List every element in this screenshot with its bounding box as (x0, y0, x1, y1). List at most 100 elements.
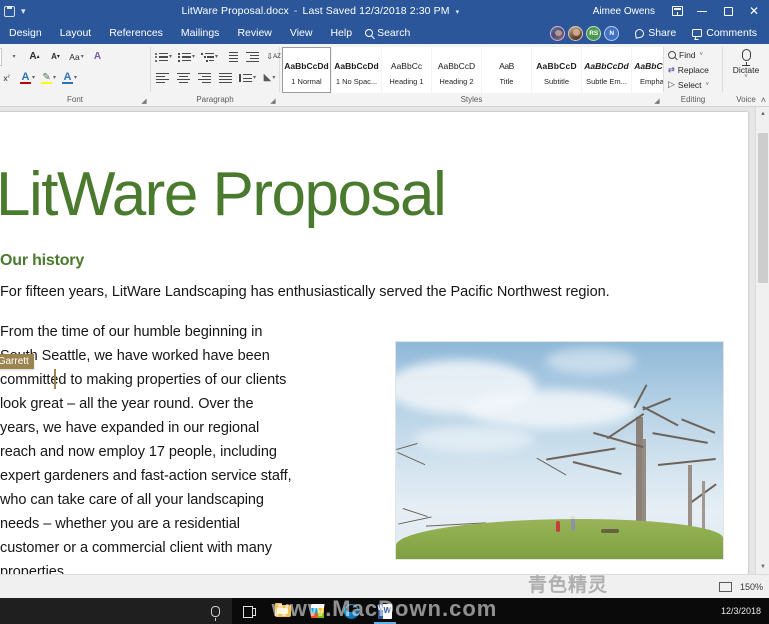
document-page[interactable]: LitWare Proposal Our history For fifteen… (0, 112, 748, 574)
avatar[interactable] (550, 25, 566, 41)
share-button[interactable]: Share (627, 22, 684, 44)
zoom-level[interactable]: 150% (740, 582, 763, 592)
document-canvas[interactable]: LitWare Proposal Our history For fifteen… (0, 107, 769, 574)
ribbon: ▾ A▴ A▾ Aa▾ A x₂ x² A (0, 44, 769, 107)
style-item-heading-2[interactable]: AaBbCcD Heading 2 (432, 47, 481, 93)
styles-group-body: AaBbCcDd 1 Normal AaBbCcDd 1 No Spac... … (280, 44, 663, 94)
account-name[interactable]: Aimee Owens (593, 6, 665, 17)
tab-design[interactable]: Design (0, 22, 51, 44)
ribbon-display-options-icon[interactable] (665, 0, 689, 22)
close-icon: ✕ (748, 4, 760, 18)
superscript-button[interactable]: x² (0, 68, 16, 87)
search-box[interactable]: Search (361, 27, 418, 39)
presence-tag-angelina-garrett[interactable]: Angelina Garrett (0, 354, 34, 369)
tab-review[interactable]: Review (228, 22, 280, 44)
tab-mailings[interactable]: Mailings (172, 22, 229, 44)
print-layout-icon[interactable] (718, 581, 732, 592)
shading-button[interactable]: ◣ ▾ (260, 68, 279, 87)
minimize-button[interactable] (689, 0, 715, 22)
person-hat (570, 516, 575, 519)
tab-help[interactable]: Help (321, 22, 361, 44)
secondary-trunk (702, 481, 705, 535)
style-item-no-spacing[interactable]: AaBbCcDd 1 No Spac... (332, 47, 381, 93)
cloud-shape (546, 348, 636, 374)
bullets-button[interactable]: ▾ (153, 47, 174, 66)
dictate-dropdown-icon[interactable]: ˅ (744, 74, 748, 80)
align-right-button[interactable] (195, 68, 214, 87)
align-left-button[interactable] (153, 68, 172, 87)
collaborator-avatars: RS N (550, 25, 627, 41)
text-effects-button[interactable]: A ▾ (60, 68, 79, 87)
document-title: LitWare Proposal.docx - Last Saved 12/3/… (48, 5, 593, 17)
font-size-box[interactable] (0, 47, 2, 66)
qat-customize-icon[interactable]: ▾ (21, 6, 26, 17)
increase-indent-button[interactable] (243, 47, 262, 66)
font-size-dropdown-icon[interactable]: ▾ (4, 47, 23, 66)
font-dialog-launcher[interactable]: ◢ (140, 98, 148, 106)
paragraph-dialog-launcher[interactable]: ◢ (269, 98, 277, 106)
cursor-icon: ▷ (668, 79, 675, 89)
style-item-subtitle[interactable]: AaBbCcD Subtitle (532, 47, 581, 93)
document-heading-1[interactable]: Our history (0, 252, 638, 270)
comments-button[interactable]: Comments (684, 22, 765, 44)
avatar[interactable] (568, 25, 584, 41)
styles-gallery: AaBbCcDd 1 Normal AaBbCcDd 1 No Spac... … (282, 47, 663, 93)
avatar[interactable]: N (604, 25, 620, 41)
person-figure (556, 521, 560, 532)
tab-view[interactable]: View (281, 22, 322, 44)
select-button[interactable]: ▷ Select ˅ (664, 77, 709, 92)
tab-layout[interactable]: Layout (51, 22, 101, 44)
search-label: Search (377, 27, 411, 39)
tab-references[interactable]: References (100, 22, 172, 44)
highlight-swatch (41, 81, 53, 84)
line-spacing-button[interactable]: ▾ (237, 68, 258, 87)
save-icon[interactable] (4, 5, 15, 17)
grow-font-button[interactable]: A ▴ (25, 47, 44, 66)
clear-formatting-button[interactable]: A (88, 47, 107, 66)
share-icon (634, 27, 645, 39)
style-item-heading-1[interactable]: AaBbCc Heading 1 (382, 47, 431, 93)
scroll-up-icon[interactable]: ▲ (756, 107, 769, 121)
justify-button[interactable] (216, 68, 235, 87)
bush-shadow (601, 529, 619, 533)
style-item-emphasis[interactable]: AaBbCcDd Emphasis (632, 47, 663, 93)
collapse-ribbon-icon[interactable]: ˄ (761, 95, 766, 105)
cloud-shape (466, 390, 636, 428)
vertical-scrollbar[interactable]: ▲ ▼ (755, 107, 769, 574)
scroll-down-icon[interactable]: ▼ (756, 560, 769, 574)
multilevel-list-button[interactable]: ▾ (199, 47, 220, 66)
close-button[interactable]: ✕ (741, 0, 767, 22)
align-center-button[interactable] (174, 68, 193, 87)
cloud-shape (414, 426, 534, 452)
numbering-button[interactable]: ▾ (176, 47, 197, 66)
comment-icon (692, 29, 703, 37)
replace-button[interactable]: ⇄ Replace (664, 62, 709, 77)
find-button[interactable]: Find ˅ (664, 47, 709, 62)
avatar[interactable]: RS (586, 25, 602, 41)
document-paragraph-2[interactable]: From the time of our humble beginning in… (0, 320, 293, 574)
dictate-button[interactable]: Dictate ˅ (723, 46, 769, 80)
change-case-button[interactable]: Aa ▾ (67, 47, 86, 66)
highlight-button[interactable]: ✎ ▾ (39, 68, 58, 87)
style-item-title[interactable]: AaB Title (482, 47, 531, 93)
ribbon-group-font: ▾ A▴ A▾ Aa▾ A x₂ x² A (0, 44, 150, 106)
style-item-subtle-emphasis[interactable]: AaBbCcDd Subtle Em... (582, 47, 631, 93)
decrease-indent-button[interactable] (222, 47, 241, 66)
bullets-icon (155, 52, 168, 62)
replace-icon: ⇄ (668, 65, 675, 74)
style-item-normal[interactable]: AaBbCcDd 1 Normal (282, 47, 331, 93)
align-right-icon (198, 72, 211, 83)
document-paragraph-1[interactable]: For fifteen years, LitWare Landscaping h… (0, 280, 638, 304)
title-dropdown-icon[interactable]: ▾ (453, 9, 460, 16)
font-group-label: Font ◢ (66, 95, 148, 106)
styles-dialog-launcher[interactable]: ◢ (653, 98, 661, 106)
shrink-font-button[interactable]: A ▾ (46, 47, 65, 66)
align-center-icon (177, 72, 190, 83)
minimize-icon (697, 10, 707, 12)
scrollbar-thumb[interactable] (758, 133, 768, 283)
document-heading-title[interactable]: LitWare Proposal (0, 164, 638, 226)
document-image[interactable] (395, 341, 724, 560)
multilevel-list-icon (201, 52, 214, 62)
font-color-button[interactable]: A ▾ (18, 68, 37, 87)
restore-button[interactable] (715, 0, 741, 22)
